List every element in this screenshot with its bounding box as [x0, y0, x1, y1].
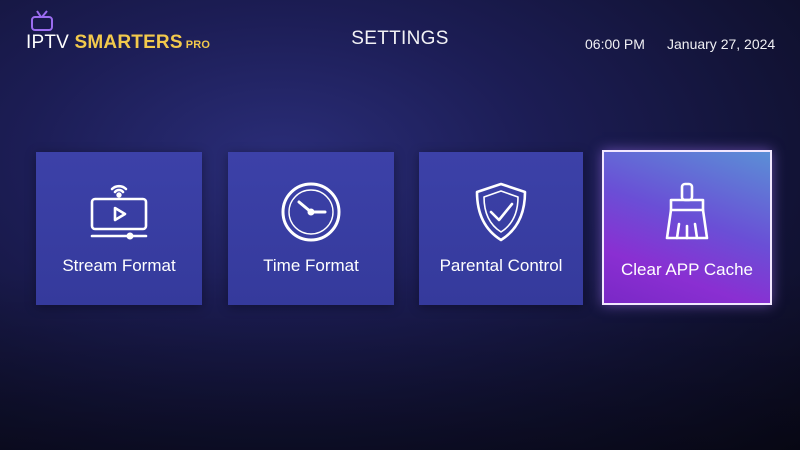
stream-format-tile[interactable]: Stream Format: [36, 152, 202, 305]
clock-icon: [228, 180, 394, 244]
parental-control-label: Parental Control: [439, 256, 563, 275]
stream-format-label: Stream Format: [62, 256, 176, 275]
shield-check-icon: [419, 180, 583, 244]
stream-format-icon: [36, 180, 202, 244]
time-format-tile[interactable]: Time Format: [228, 152, 394, 305]
broom-icon: [604, 180, 770, 244]
parental-control-tile[interactable]: Parental Control: [419, 152, 583, 305]
clear-app-cache-tile[interactable]: Clear APP Cache: [602, 150, 772, 305]
time-format-label: Time Format: [263, 256, 359, 275]
clear-app-cache-label: Clear APP Cache: [621, 260, 753, 279]
current-time: 06:00 PM: [585, 36, 645, 52]
current-date: January 27, 2024: [667, 36, 776, 52]
